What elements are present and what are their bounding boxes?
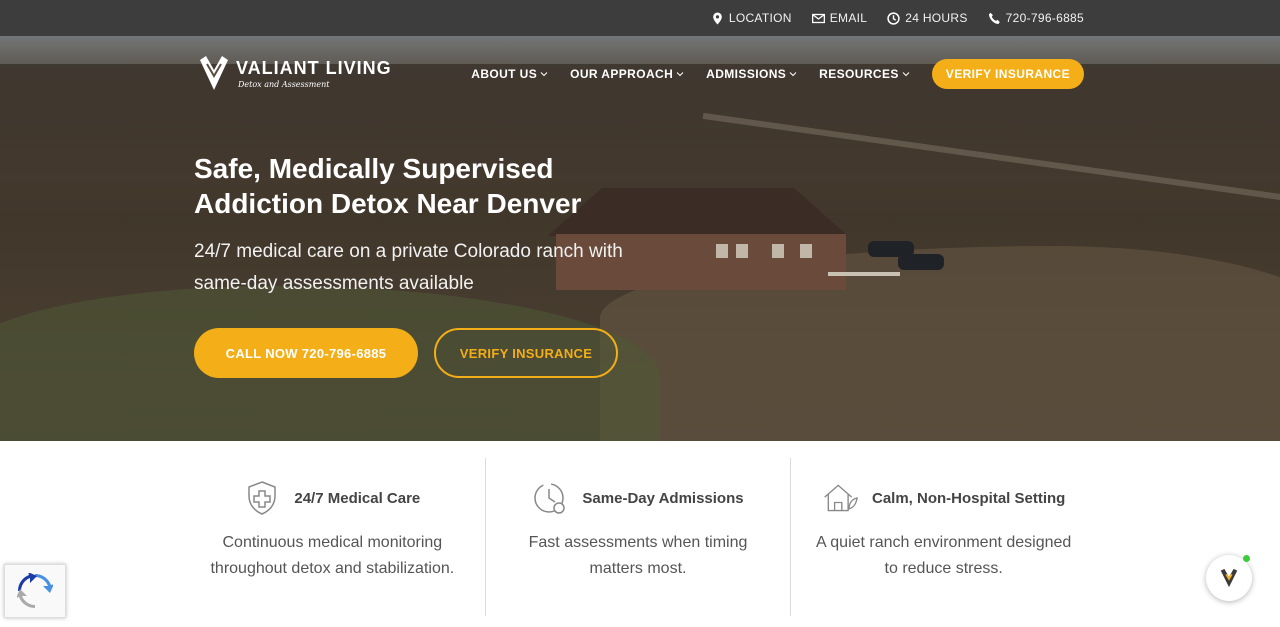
hours-label: 24 HOURS — [905, 11, 968, 25]
feature-description: Continuous medical monitoring throughout… — [210, 534, 455, 577]
shield-cross-icon — [248, 481, 277, 515]
recaptcha-badge[interactable] — [4, 564, 66, 618]
chevron-down-icon — [902, 72, 910, 77]
valiant-v-logo-icon — [200, 56, 228, 90]
chat-widget-button[interactable] — [1206, 555, 1252, 601]
house-window — [772, 244, 784, 258]
feature-title: 24/7 Medical Care — [294, 489, 421, 507]
valiant-v-logo-icon — [1220, 568, 1238, 588]
envelope-icon — [811, 13, 825, 23]
parked-car — [898, 254, 944, 270]
brand-wordmark: VALIANT LIVING Detox and Assessment — [236, 58, 392, 89]
main-nav: ABOUT US OUR APPROACH ADMISSIONS RESOURC… — [471, 59, 1084, 89]
hero-section: VALIANT LIVING Detox and Assessment ABOU… — [0, 36, 1280, 441]
feature-header: Calm, Non-Hospital Setting — [791, 480, 1096, 516]
house-window — [736, 244, 748, 258]
house-window — [800, 244, 812, 258]
phone-link[interactable]: 720-796-6885 — [988, 11, 1084, 25]
brand-tagline: Detox and Assessment — [238, 79, 330, 89]
chevron-down-icon — [540, 72, 548, 77]
feature-description: A quiet ranch environment designed to re… — [816, 534, 1072, 577]
hours-link[interactable]: 24 HOURS — [887, 11, 967, 25]
nav-resources[interactable]: RESOURCES — [819, 67, 910, 81]
feature-title: Same-Day Admissions — [582, 489, 744, 507]
hero-subtitle: 24/7 medical care on a private Colorado … — [194, 241, 623, 294]
email-link[interactable]: EMAIL — [811, 11, 868, 25]
features-row: 24/7 Medical Care Continuous medical mon… — [180, 458, 1096, 616]
recaptcha-icon — [17, 573, 53, 609]
clock-icon — [887, 11, 900, 25]
clock-icon — [534, 483, 566, 514]
nav-label: ADMISSIONS — [706, 67, 787, 81]
top-utility-bar: LOCATION EMAIL 24 HOURS 720-796-6885 — [0, 0, 1280, 36]
brand-name: VALIANT LIVING — [236, 57, 392, 78]
online-status-dot — [1243, 555, 1250, 562]
nav-label: OUR APPROACH — [570, 67, 674, 81]
phone-icon — [988, 12, 1000, 24]
location-link[interactable]: LOCATION — [711, 11, 792, 25]
nav-our-approach[interactable]: OUR APPROACH — [570, 67, 684, 81]
email-label: EMAIL — [829, 11, 868, 25]
house-leaf-icon — [824, 484, 858, 512]
verify-insurance-button[interactable]: VERIFY INSURANCE — [434, 328, 618, 378]
hero-title: Safe, Medically Supervised Addiction Det… — [194, 153, 582, 219]
map-pin-icon — [713, 12, 722, 24]
nav-verify-insurance-button[interactable]: VERIFY INSURANCE — [931, 59, 1084, 89]
feature-header: Same-Day Admissions — [486, 480, 791, 516]
utility-links: LOCATION EMAIL 24 HOURS 720-796-6885 — [711, 0, 1084, 36]
carport — [828, 272, 900, 276]
chevron-down-icon — [676, 72, 684, 77]
brand-logo[interactable]: VALIANT LIVING Detox and Assessment — [198, 54, 392, 92]
house-window — [716, 244, 728, 258]
feature-title: Calm, Non-Hospital Setting — [872, 489, 1066, 507]
call-now-button[interactable]: CALL NOW 720-796-6885 — [194, 328, 418, 378]
phone-label: 720-796-6885 — [1005, 11, 1084, 25]
nav-about-us[interactable]: ABOUT US — [471, 67, 548, 81]
feature-description: Fast assessments when timing matters mos… — [528, 534, 748, 577]
feature-medical-care: 24/7 Medical Care Continuous medical mon… — [180, 458, 485, 616]
feature-calm-setting: Calm, Non-Hospital Setting A quiet ranch… — [790, 458, 1096, 616]
feature-header: 24/7 Medical Care — [180, 480, 485, 516]
nav-admissions[interactable]: ADMISSIONS — [706, 67, 797, 81]
nav-label: ABOUT US — [471, 67, 538, 81]
feature-same-day-admissions: Same-Day Admissions Fast assessments whe… — [484, 458, 791, 616]
nav-label: RESOURCES — [819, 67, 899, 81]
location-label: LOCATION — [728, 11, 792, 25]
chevron-down-icon — [789, 72, 797, 77]
